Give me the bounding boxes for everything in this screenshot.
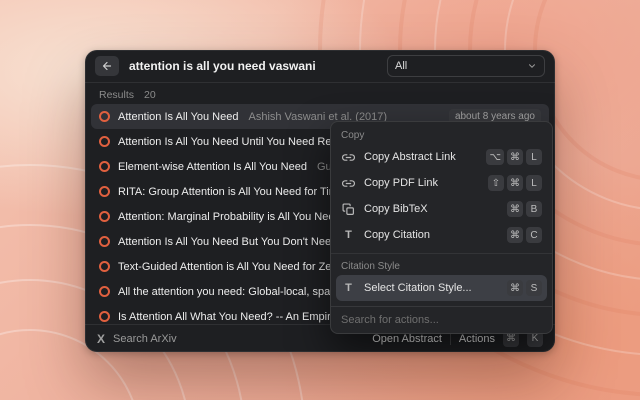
result-title: Attention: Marginal Probability is All Y… xyxy=(118,211,347,223)
key-cap: ⇧ xyxy=(488,175,504,191)
search-input[interactable]: attention is all you need vaswani xyxy=(129,59,316,73)
key-cap: L xyxy=(526,175,542,191)
action-item-label: Copy BibTeX xyxy=(364,203,428,215)
key-cap: ⌘ xyxy=(507,227,523,243)
action-item-label: Copy PDF Link xyxy=(364,177,438,189)
search-bar: attention is all you need vaswani All xyxy=(85,50,555,83)
text-icon: T xyxy=(341,228,356,243)
open-abstract-button[interactable]: Open Abstract xyxy=(372,333,442,345)
section-divider xyxy=(331,253,552,254)
filter-dropdown-value: All xyxy=(395,60,407,72)
result-title: Attention Is All You Need xyxy=(118,111,238,123)
results-count: 20 xyxy=(144,89,156,101)
filter-dropdown[interactable]: All xyxy=(387,55,545,77)
action-panel: Copy Copy Abstract Link ⌥ ⌘ L Copy PDF L… xyxy=(330,121,553,334)
launcher-window: attention is all you need vaswani All Re… xyxy=(85,50,555,352)
copy-icon xyxy=(341,202,356,217)
result-title: Element-wise Attention Is All You Need xyxy=(118,161,307,173)
arxiv-ring-icon xyxy=(99,186,110,197)
arxiv-ring-icon xyxy=(99,161,110,172)
arxiv-ring-icon xyxy=(99,111,110,122)
arxiv-ring-icon xyxy=(99,261,110,272)
section-title-copy: Copy xyxy=(331,124,552,144)
section-title-citation-style: Citation Style xyxy=(331,255,552,275)
results-label: Results xyxy=(99,89,134,101)
results-header: Results 20 xyxy=(85,83,555,104)
key-cap: ⌘ xyxy=(507,280,523,296)
key-cap: L xyxy=(526,149,542,165)
key-cap: ⌘ xyxy=(507,201,523,217)
arxiv-ring-icon xyxy=(99,311,110,322)
text-icon: T xyxy=(341,281,356,296)
key-cap: ⌘ xyxy=(507,149,523,165)
action-item-select-citation-style[interactable]: T Select Citation Style... ⌘ S xyxy=(336,275,547,301)
shortcut-keys: ⌘ C xyxy=(507,227,542,243)
action-item-copy-bibtex[interactable]: Copy BibTeX ⌘ B xyxy=(336,196,547,222)
arxiv-ring-icon xyxy=(99,136,110,147)
action-item-copy-pdf-link[interactable]: Copy PDF Link ⇧ ⌘ L xyxy=(336,170,547,196)
link-icon xyxy=(341,176,356,191)
action-search-input[interactable] xyxy=(341,314,542,326)
action-item-copy-citation[interactable]: T Copy Citation ⌘ C xyxy=(336,222,547,248)
action-item-label: Copy Abstract Link xyxy=(364,151,456,163)
action-search xyxy=(331,306,552,333)
action-item-label: Copy Citation xyxy=(364,229,430,241)
key-cap: B xyxy=(526,201,542,217)
action-item-label: Select Citation Style... xyxy=(364,282,472,294)
key-cap: ⌘ xyxy=(507,175,523,191)
link-icon xyxy=(341,150,356,165)
actions-button[interactable]: Actions xyxy=(459,333,495,345)
footer-divider xyxy=(450,333,451,345)
back-button[interactable] xyxy=(95,56,119,76)
app-name: Search ArXiv xyxy=(113,333,177,345)
shortcut-keys: ⌘ B xyxy=(507,201,542,217)
shortcut-keys: ⌥ ⌘ L xyxy=(486,149,542,165)
chevron-down-icon xyxy=(527,61,537,71)
back-arrow-icon xyxy=(101,60,113,72)
key-cap: C xyxy=(526,227,542,243)
arxiv-ring-icon xyxy=(99,286,110,297)
arxiv-ring-icon xyxy=(99,236,110,247)
arxiv-ring-icon xyxy=(99,211,110,222)
arxiv-app-icon: X xyxy=(97,332,105,346)
key-cap: S xyxy=(526,280,542,296)
shortcut-keys: ⇧ ⌘ L xyxy=(488,175,542,191)
result-title: Attention Is All You Need Until You Need… xyxy=(118,136,364,148)
key-cap: ⌥ xyxy=(486,149,504,165)
action-item-copy-abstract-link[interactable]: Copy Abstract Link ⌥ ⌘ L xyxy=(336,144,547,170)
shortcut-keys: ⌘ S xyxy=(507,280,542,296)
